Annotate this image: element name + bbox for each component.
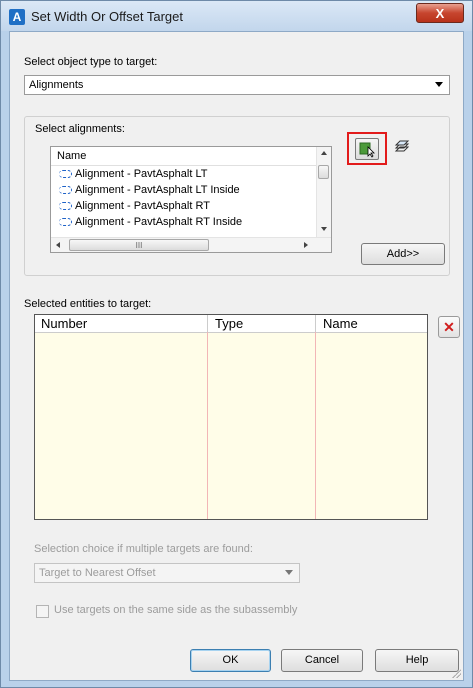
- table-header: Number Type Name: [35, 315, 427, 333]
- alignment-item[interactable]: Alignment - PavtAsphalt RT Inside: [51, 214, 331, 230]
- alignments-vertical-scrollbar[interactable]: [316, 147, 331, 238]
- layers-icon: [394, 140, 410, 152]
- alignments-name-column-header[interactable]: Name: [51, 147, 331, 166]
- scroll-up-arrow-icon[interactable]: [321, 151, 327, 155]
- title-bar[interactable]: A Set Width Or Offset Target X: [1, 1, 472, 31]
- header-divider: [207, 315, 208, 332]
- vertical-scroll-thumb[interactable]: [318, 165, 329, 179]
- selection-choice-select[interactable]: Target to Nearest Offset: [34, 563, 300, 583]
- alignments-group: Select alignments: Name Alignment - Pavt…: [24, 116, 450, 276]
- horizontal-scroll-thumb[interactable]: III: [69, 239, 209, 251]
- alignments-horizontal-scrollbar[interactable]: III: [51, 237, 331, 252]
- alignment-item-label: Alignment - PavtAsphalt RT Inside: [75, 216, 243, 228]
- column-divider: [315, 332, 316, 519]
- column-header-name[interactable]: Name: [323, 316, 358, 331]
- same-side-label: Use targets on the same side as the suba…: [54, 604, 298, 616]
- select-by-layer-button[interactable]: [391, 138, 415, 160]
- alignment-item-label: Alignment - PavtAsphalt RT: [75, 200, 210, 212]
- alignment-icon: [59, 186, 72, 195]
- selection-choice-value: Target to Nearest Offset: [39, 567, 156, 579]
- alignment-item[interactable]: Alignment - PavtAsphalt RT: [51, 198, 331, 214]
- column-header-number[interactable]: Number: [41, 316, 87, 331]
- alignment-item[interactable]: Alignment - PavtAsphalt LT Inside: [51, 182, 331, 198]
- dialog-body: Select object type to target: Alignments…: [9, 31, 464, 681]
- alignments-group-label: Select alignments:: [35, 123, 125, 135]
- selected-entities-label: Selected entities to target:: [24, 298, 152, 310]
- scroll-right-arrow-icon[interactable]: [304, 242, 308, 248]
- scroll-down-arrow-icon[interactable]: [321, 227, 327, 231]
- selection-choice-label: Selection choice if multiple targets are…: [34, 543, 253, 555]
- ok-button[interactable]: OK: [190, 649, 271, 672]
- add-alignments-button[interactable]: Add>>: [361, 243, 445, 265]
- select-object-icon: [359, 142, 375, 158]
- alignment-icon: [59, 202, 72, 211]
- column-divider: [207, 332, 208, 519]
- delete-target-button[interactable]: ✕: [438, 316, 460, 338]
- column-header-type[interactable]: Type: [215, 316, 243, 331]
- pick-from-drawing-button[interactable]: [355, 138, 379, 160]
- dialog-window: A Set Width Or Offset Target X Select ob…: [0, 0, 473, 688]
- header-divider: [315, 315, 316, 332]
- object-type-select[interactable]: Alignments: [24, 75, 450, 95]
- alignment-icon: [59, 170, 72, 179]
- scroll-left-arrow-icon[interactable]: [56, 242, 60, 248]
- help-button[interactable]: Help: [375, 649, 459, 672]
- alignment-item[interactable]: Alignment - PavtAsphalt LT: [51, 166, 331, 182]
- alignments-list[interactable]: Name Alignment - PavtAsphalt LT Alignmen…: [50, 146, 332, 253]
- object-type-value: Alignments: [29, 79, 84, 91]
- delete-x-icon: ✕: [443, 319, 455, 335]
- selected-targets-table[interactable]: Number Type Name: [34, 314, 428, 520]
- autocad-app-icon: A: [9, 9, 25, 25]
- object-type-label: Select object type to target:: [24, 56, 158, 68]
- cancel-button[interactable]: Cancel: [281, 649, 363, 672]
- close-button[interactable]: X: [416, 3, 464, 23]
- alignment-icon: [59, 218, 72, 227]
- dropdown-arrow-icon: [435, 82, 443, 87]
- alignment-item-label: Alignment - PavtAsphalt LT Inside: [75, 184, 240, 196]
- window-title: Set Width Or Offset Target: [31, 9, 183, 24]
- same-side-checkbox[interactable]: [36, 605, 49, 618]
- resize-grip-icon[interactable]: [451, 668, 461, 678]
- alignment-item-label: Alignment - PavtAsphalt LT: [75, 168, 208, 180]
- dropdown-arrow-icon: [285, 570, 293, 575]
